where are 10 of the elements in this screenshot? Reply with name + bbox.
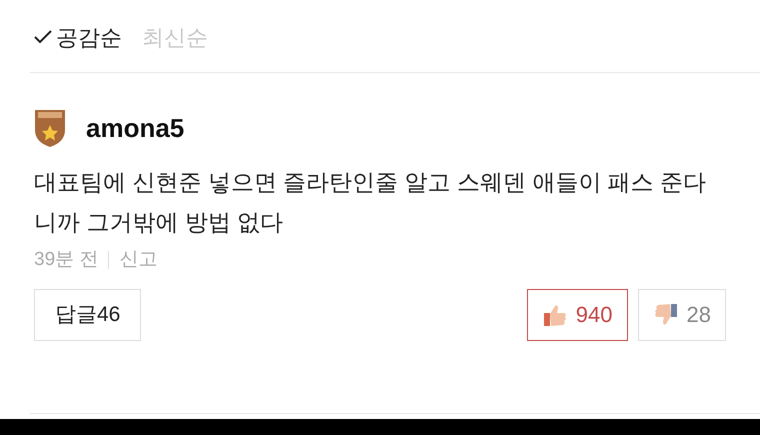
comment-text: 대표팀에 신현준 넣으면 즐라탄인줄 알고 스웨덴 애들이 패스 준다니까 그거밖에 방법 없다 (34, 168, 708, 237)
sort-option[interactable]: 공감순 (34, 20, 122, 54)
replies-button[interactable]: 답글46 (34, 288, 142, 340)
like-button[interactable]: 940 (526, 288, 628, 340)
shield-badge-icon (34, 108, 66, 148)
comment-time: 39분 전 (34, 248, 98, 272)
thumbs-down-icon (652, 302, 679, 328)
check-icon (34, 30, 52, 44)
username[interactable]: amona5 (86, 108, 184, 148)
dislike-button[interactable]: 28 (638, 288, 726, 340)
